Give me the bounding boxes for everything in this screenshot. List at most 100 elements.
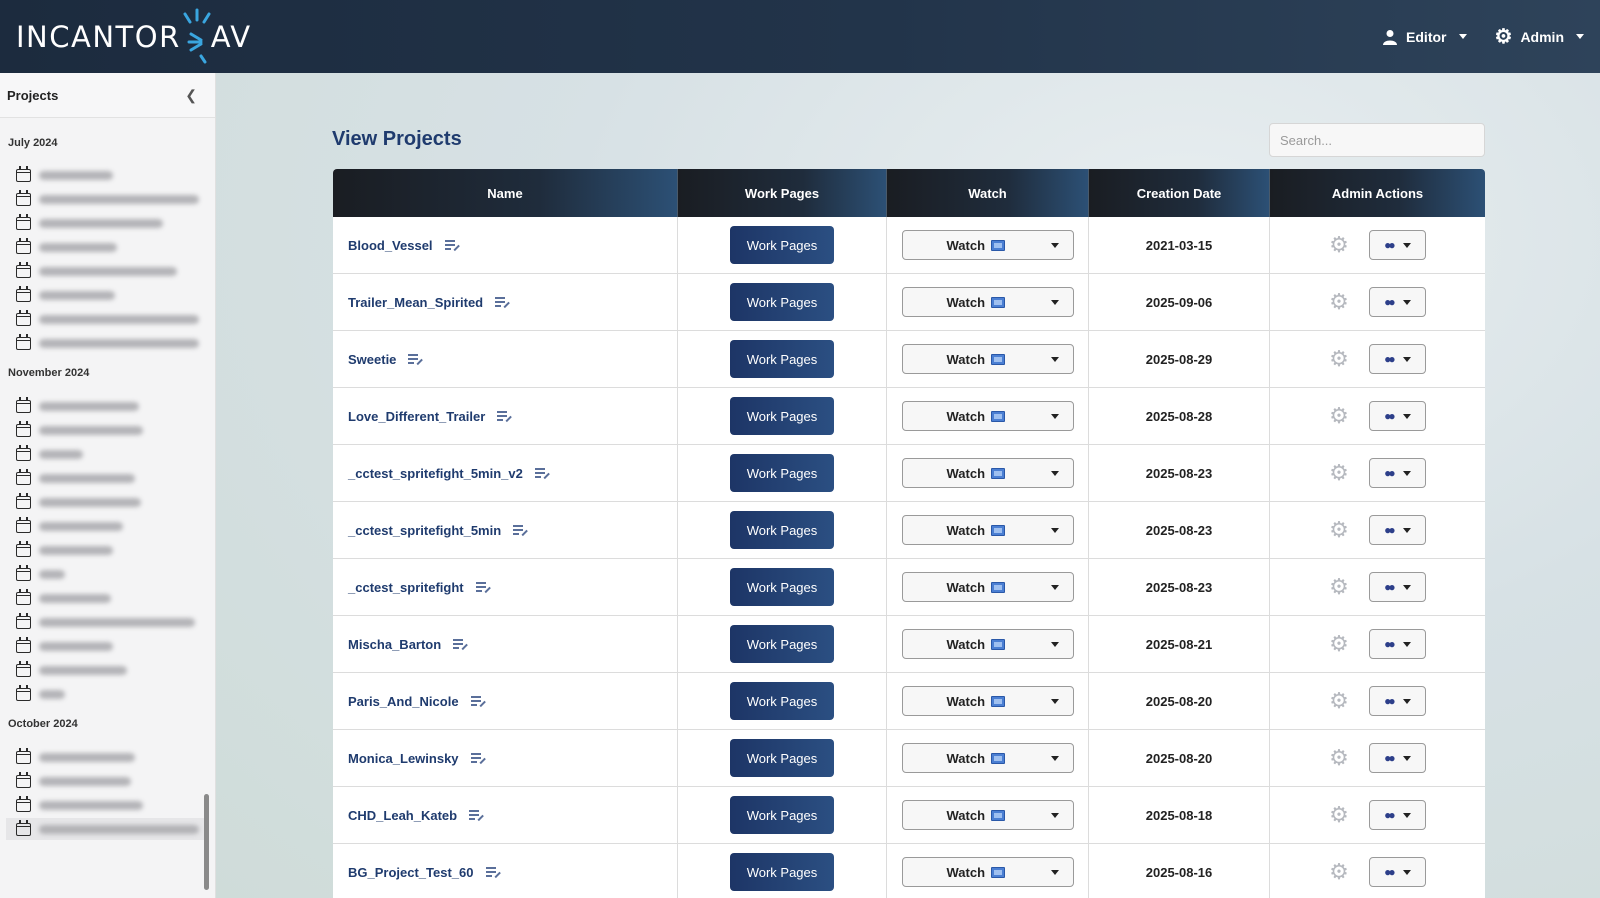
settings-gear-icon[interactable]: ⚙ <box>1329 519 1349 541</box>
user-group-dropdown[interactable]: ●● <box>1368 515 1426 545</box>
work-pages-button[interactable]: Work Pages <box>730 340 834 378</box>
settings-gear-icon[interactable]: ⚙ <box>1329 576 1349 598</box>
edit-name-icon[interactable] <box>469 809 484 821</box>
brand-logo[interactable]: INCANTOR AV <box>0 8 252 63</box>
sidebar-project-item[interactable] <box>16 284 206 306</box>
edit-name-icon[interactable] <box>485 866 501 878</box>
watch-dropdown[interactable]: Watch <box>901 458 1074 488</box>
user-group-dropdown[interactable]: ●● <box>1368 686 1426 716</box>
search-input[interactable] <box>1269 123 1485 157</box>
sidebar-project-item[interactable] <box>16 746 206 768</box>
watch-dropdown[interactable]: Watch <box>901 287 1074 317</box>
watch-dropdown[interactable]: Watch <box>901 401 1074 431</box>
sidebar-project-item[interactable] <box>16 164 206 186</box>
settings-gear-icon[interactable]: ⚙ <box>1329 861 1349 883</box>
settings-gear-icon[interactable]: ⚙ <box>1329 462 1349 484</box>
work-pages-button[interactable]: Work Pages <box>730 511 834 549</box>
watch-dropdown[interactable]: Watch <box>901 572 1074 602</box>
settings-gear-icon[interactable]: ⚙ <box>1329 633 1349 655</box>
column-header-admin-actions[interactable]: Admin Actions <box>1270 169 1485 217</box>
work-pages-button[interactable]: Work Pages <box>730 226 834 264</box>
edit-name-icon[interactable] <box>513 524 528 536</box>
watch-dropdown[interactable]: Watch <box>901 800 1074 830</box>
sidebar-project-item[interactable] <box>16 659 206 681</box>
settings-gear-icon[interactable]: ⚙ <box>1329 690 1349 712</box>
work-pages-button[interactable]: Work Pages <box>730 682 834 720</box>
chevron-left-icon[interactable]: ❮ <box>185 87 197 104</box>
sidebar-project-item[interactable] <box>16 539 206 561</box>
watch-dropdown[interactable]: Watch <box>901 629 1074 659</box>
sidebar-project-item[interactable] <box>16 260 206 282</box>
project-name-link[interactable]: CHD_Leah_Kateb <box>348 808 457 823</box>
project-name-link[interactable]: Mischa_Barton <box>348 637 441 652</box>
column-header-creation-date[interactable]: Creation Date <box>1089 169 1270 217</box>
watch-dropdown[interactable]: Watch <box>901 230 1074 260</box>
project-name-link[interactable]: BG_Project_Test_60 <box>348 865 474 880</box>
admin-menu[interactable]: ⚙ Admin <box>1495 27 1584 47</box>
user-group-dropdown[interactable]: ●● <box>1368 572 1426 602</box>
project-name-link[interactable]: Sweetie <box>348 352 396 367</box>
work-pages-button[interactable]: Work Pages <box>730 283 834 321</box>
sidebar-project-item[interactable] <box>16 587 206 609</box>
settings-gear-icon[interactable]: ⚙ <box>1329 234 1349 256</box>
user-group-dropdown[interactable]: ●● <box>1368 344 1426 374</box>
sidebar-project-item[interactable] <box>16 419 206 441</box>
project-name-link[interactable]: Paris_And_Nicole <box>348 694 459 709</box>
watch-dropdown[interactable]: Watch <box>901 686 1074 716</box>
work-pages-button[interactable]: Work Pages <box>730 853 834 891</box>
watch-dropdown[interactable]: Watch <box>901 344 1074 374</box>
sidebar-vertical-scrollbar[interactable] <box>204 794 209 890</box>
settings-gear-icon[interactable]: ⚙ <box>1329 747 1349 769</box>
project-name-link[interactable]: _cctest_spritefight_5min_v2 <box>348 466 523 481</box>
edit-name-icon[interactable] <box>453 638 468 650</box>
user-group-dropdown[interactable]: ●● <box>1368 401 1426 431</box>
edit-name-icon[interactable] <box>470 695 486 707</box>
sidebar-project-item[interactable] <box>16 611 206 633</box>
edit-name-icon[interactable] <box>408 353 423 365</box>
edit-name-icon[interactable] <box>475 581 491 593</box>
sidebar-project-item[interactable] <box>16 236 206 258</box>
settings-gear-icon[interactable]: ⚙ <box>1329 291 1349 313</box>
column-header-watch[interactable]: Watch <box>887 169 1089 217</box>
work-pages-button[interactable]: Work Pages <box>730 454 834 492</box>
user-group-dropdown[interactable]: ●● <box>1368 800 1426 830</box>
settings-gear-icon[interactable]: ⚙ <box>1329 405 1349 427</box>
work-pages-button[interactable]: Work Pages <box>730 625 834 663</box>
project-name-link[interactable]: _cctest_spritefight <box>348 580 464 595</box>
editor-menu[interactable]: Editor <box>1382 29 1467 45</box>
sidebar-project-item-active[interactable] <box>6 818 204 840</box>
edit-name-icon[interactable] <box>444 239 460 251</box>
sidebar-project-item[interactable] <box>16 188 206 210</box>
user-group-dropdown[interactable]: ●● <box>1368 458 1426 488</box>
column-header-name[interactable]: Name <box>333 169 678 217</box>
watch-dropdown[interactable]: Watch <box>901 515 1074 545</box>
settings-gear-icon[interactable]: ⚙ <box>1329 348 1349 370</box>
sidebar-project-item[interactable] <box>16 395 206 417</box>
user-group-dropdown[interactable]: ●● <box>1368 230 1426 260</box>
edit-name-icon[interactable] <box>495 296 510 308</box>
work-pages-button[interactable]: Work Pages <box>730 568 834 606</box>
sidebar-project-item[interactable] <box>16 794 206 816</box>
project-name-link[interactable]: Trailer_Mean_Spirited <box>348 295 483 310</box>
user-group-dropdown[interactable]: ●● <box>1368 287 1426 317</box>
column-header-work-pages[interactable]: Work Pages <box>678 169 887 217</box>
sidebar-project-item[interactable] <box>16 443 206 465</box>
sidebar-project-item[interactable] <box>16 212 206 234</box>
edit-name-icon[interactable] <box>497 410 512 422</box>
edit-name-icon[interactable] <box>470 752 486 764</box>
project-name-link[interactable]: Blood_Vessel <box>348 238 433 253</box>
sidebar-project-item[interactable] <box>16 683 206 705</box>
sidebar-project-item[interactable] <box>16 491 206 513</box>
project-name-link[interactable]: Love_Different_Trailer <box>348 409 485 424</box>
user-group-dropdown[interactable]: ●● <box>1368 857 1426 887</box>
sidebar-project-item[interactable] <box>16 635 206 657</box>
project-name-link[interactable]: _cctest_spritefight_5min <box>348 523 501 538</box>
sidebar-project-item[interactable] <box>16 563 206 585</box>
sidebar-project-item[interactable] <box>16 308 206 330</box>
work-pages-button[interactable]: Work Pages <box>730 397 834 435</box>
edit-name-icon[interactable] <box>534 467 550 479</box>
user-group-dropdown[interactable]: ●● <box>1368 629 1426 659</box>
user-group-dropdown[interactable]: ●● <box>1368 743 1426 773</box>
work-pages-button[interactable]: Work Pages <box>730 739 834 777</box>
sidebar-project-item[interactable] <box>16 515 206 537</box>
